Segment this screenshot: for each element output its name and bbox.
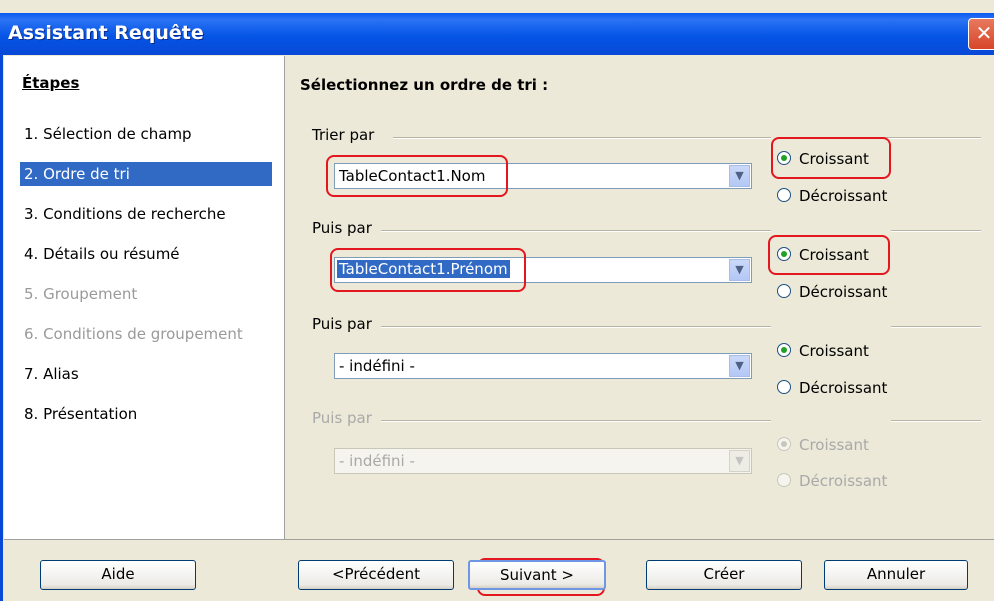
- sort-field-4-value: - indéfini -: [339, 452, 415, 470]
- steps-panel: Étapes 1. Sélection de champ 2. Ordre de…: [4, 56, 285, 539]
- group-separator: [881, 137, 981, 139]
- footer-separator: [4, 539, 994, 540]
- sort-field-1-select[interactable]: TableContact1.Nom ▼: [334, 163, 752, 189]
- sort-field-3-select[interactable]: - indéfini - ▼: [334, 353, 752, 379]
- radio-unchecked-icon: [777, 284, 791, 298]
- sort-field-3-value: - indéfini -: [339, 357, 415, 375]
- title-bar[interactable]: Assistant Requête ✕: [0, 13, 994, 55]
- sort-group-2-label: Puis par: [312, 219, 372, 237]
- sort-1-descending-label: Décroissant: [799, 187, 888, 205]
- step-search-conditions[interactable]: 3. Conditions de recherche: [20, 202, 272, 226]
- step-grouping-conditions: 6. Conditions de groupement: [24, 325, 243, 343]
- group-separator: [381, 326, 771, 328]
- query-wizard-window: Assistant Requête ✕ Étapes 1. Sélection …: [0, 0, 994, 601]
- sort-field-4-select: - indéfini - ▼: [334, 448, 752, 474]
- sort-3-descending-label: Décroissant: [799, 379, 888, 397]
- previous-button[interactable]: <Précédent: [298, 560, 454, 590]
- step-alias[interactable]: 7. Alias: [20, 362, 272, 386]
- steps-title: Étapes: [22, 74, 80, 92]
- radio-unchecked-icon: [777, 188, 791, 202]
- step-sort-order[interactable]: 2. Ordre de tri: [20, 162, 272, 186]
- sort-order-panel: Sélectionnez un ordre de tri : Trier par…: [285, 56, 994, 539]
- radio-checked-icon: [777, 437, 791, 451]
- step-field-selection[interactable]: 1. Sélection de champ: [20, 122, 272, 146]
- sort-field-2-select[interactable]: TableContact1.Prénom ▼: [334, 257, 752, 283]
- radio-checked-icon: [777, 247, 791, 261]
- cancel-button[interactable]: Annuler: [824, 560, 968, 590]
- chevron-down-icon[interactable]: ▼: [729, 355, 750, 377]
- sort-group-3-label: Puis par: [312, 315, 372, 333]
- radio-unchecked-icon: [777, 380, 791, 394]
- group-separator: [381, 230, 771, 232]
- sort-1-ascending-label: Croissant: [799, 150, 869, 168]
- group-separator: [393, 137, 771, 139]
- chevron-down-icon: ▼: [729, 450, 750, 472]
- step-details-or-summary[interactable]: 4. Détails ou résumé: [20, 242, 272, 266]
- sort-field-1-value: TableContact1.Nom: [339, 167, 486, 185]
- group-separator: [891, 230, 981, 232]
- sort-field-2-value: TableContact1.Prénom: [337, 260, 510, 278]
- sort-2-descending-label: Décroissant: [799, 283, 888, 301]
- sort-group-1-label: Trier par: [312, 126, 375, 144]
- window-title: Assistant Requête: [8, 22, 204, 44]
- group-separator: [381, 420, 771, 422]
- close-icon: ✕: [975, 21, 993, 45]
- next-button-label: Suivant >: [500, 566, 574, 584]
- step-grouping: 5. Groupement: [24, 285, 138, 303]
- group-separator: [891, 326, 981, 328]
- help-button[interactable]: Aide: [40, 560, 196, 590]
- close-button[interactable]: ✕: [968, 18, 994, 50]
- step-presentation[interactable]: 8. Présentation: [20, 402, 272, 426]
- sort-2-ascending-label: Croissant: [799, 246, 869, 264]
- chevron-down-icon[interactable]: ▼: [729, 165, 750, 187]
- chevron-down-icon[interactable]: ▼: [729, 259, 750, 281]
- sort-3-ascending-label: Croissant: [799, 342, 869, 360]
- next-button[interactable]: Suivant >: [468, 560, 606, 590]
- group-separator: [891, 420, 981, 422]
- page-heading: Sélectionnez un ordre de tri :: [300, 76, 549, 94]
- radio-unchecked-icon: [777, 473, 791, 487]
- sort-4-ascending-label: Croissant: [799, 436, 869, 454]
- sort-4-descending-label: Décroissant: [799, 472, 888, 490]
- radio-checked-icon: [777, 343, 791, 357]
- radio-checked-icon: [777, 151, 791, 165]
- create-button[interactable]: Créer: [646, 560, 802, 590]
- sort-group-4-label: Puis par: [312, 409, 372, 427]
